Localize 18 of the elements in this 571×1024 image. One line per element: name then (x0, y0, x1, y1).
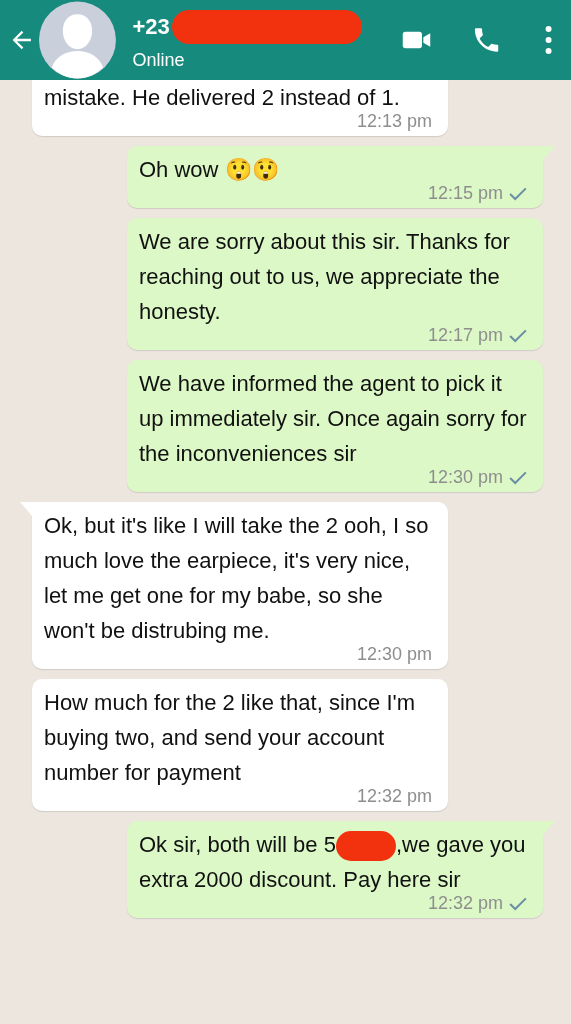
message-time: 12:15 pm (427, 183, 503, 204)
message-time: 12:17 pm (427, 325, 503, 346)
contact-number: +23 (132, 13, 170, 40)
message-text: Ok sir, both will be 5 ,we gave you extra 2000 discount. Pay here sir (139, 830, 527, 894)
message-text: We are sorry about this sir. Thanks for reaching out to us, we appreciate the honesty. (139, 228, 511, 326)
message-time: 12:30 pm (427, 467, 503, 488)
contact-status: Online (132, 49, 186, 71)
message-text: Oh wow 😲😲 (139, 156, 280, 184)
message-time: 12:30 pm (356, 644, 432, 665)
message-time: 12:32 pm (427, 893, 503, 914)
redaction-mark (335, 831, 396, 862)
more-options-icon[interactable] (543, 25, 553, 55)
message-text: We have informed the agent to pick it up immediately sir. Once again sorry for the inconveniences sir (139, 370, 527, 468)
message-time: 12:13 pm (356, 111, 432, 132)
message-text: How much for the 2 like that, since I'm buying two, and send your account number for payment (44, 689, 416, 787)
message-text: Ok, but it's like I will take the 2 ooh, I so much love the earpiece, it's very nice, let me get one for my babe, so she won't be distrubing me. (44, 512, 430, 645)
message-text: mistake. He delivered 2 instead of 1. (44, 84, 401, 112)
message-time: 12:32 pm (356, 786, 432, 807)
